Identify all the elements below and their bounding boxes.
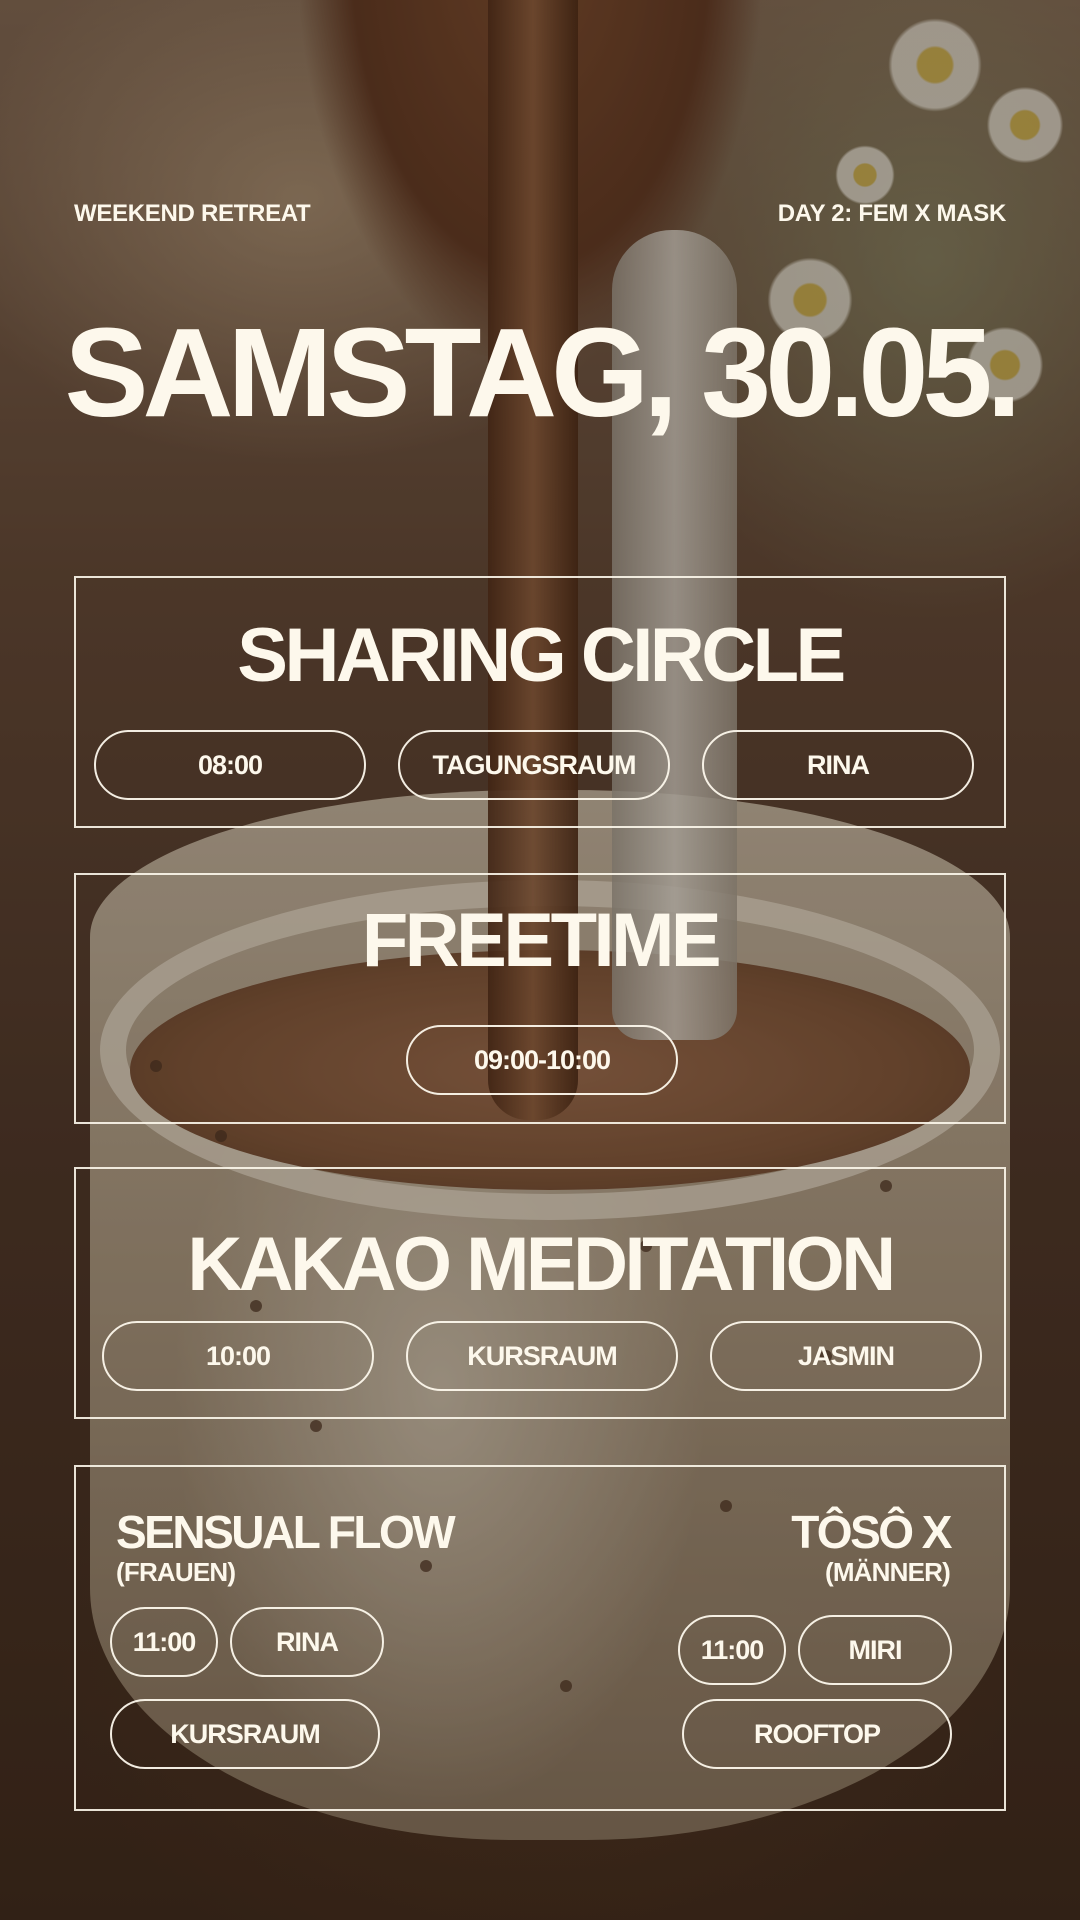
session-room-pill-left: KURSRAUM	[110, 1699, 380, 1769]
session-note-right: (MÄNNER)	[824, 1557, 951, 1587]
session-room-pill-right: ROOFTOP	[682, 1699, 952, 1769]
session-room-pill: TAGUNGSRAUM	[398, 730, 670, 800]
session-time-pill: 09:00-10:00	[406, 1025, 678, 1095]
session-time-pill-right: 11:00	[678, 1615, 786, 1685]
session-card-split: SENSUAL FLOW (FRAUEN) 11:00 RINA KURSRAU…	[74, 1465, 1006, 1811]
session-card-freetime: FREETIME 09:00-10:00	[74, 873, 1006, 1124]
session-title-right: TÔSÔ X	[791, 1506, 952, 1558]
session-host-pill: JASMIN	[710, 1321, 982, 1391]
session-room-pill: KURSRAUM	[406, 1321, 678, 1391]
page-title-date: SAMSTAG, 30.05.	[64, 302, 1022, 443]
session-time-pill: 10:00	[102, 1321, 374, 1391]
session-note-left: (FRAUEN)	[116, 1557, 236, 1587]
session-time-pill-left: 11:00	[110, 1607, 218, 1677]
session-title-left: SENSUAL FLOW	[116, 1506, 456, 1558]
session-time-pill: 08:00	[94, 730, 366, 800]
retreat-label: WEEKEND RETREAT	[74, 200, 311, 227]
session-host-pill-right: MIRI	[798, 1615, 952, 1685]
session-title: FREETIME	[361, 898, 722, 983]
session-card-kakao-meditation: KAKAO MEDITATION 10:00 KURSRAUM JASMIN	[74, 1167, 1006, 1419]
session-host-pill-left: RINA	[230, 1607, 384, 1677]
session-title: KAKAO MEDITATION	[187, 1222, 896, 1307]
day-label: DAY 2: FEM X MASK	[777, 200, 1007, 227]
session-title: SHARING CIRCLE	[237, 613, 846, 698]
session-host-pill: RINA	[702, 730, 974, 800]
session-card-sharing-circle: SHARING CIRCLE 08:00 TAGUNGSRAUM RINA	[74, 576, 1006, 828]
